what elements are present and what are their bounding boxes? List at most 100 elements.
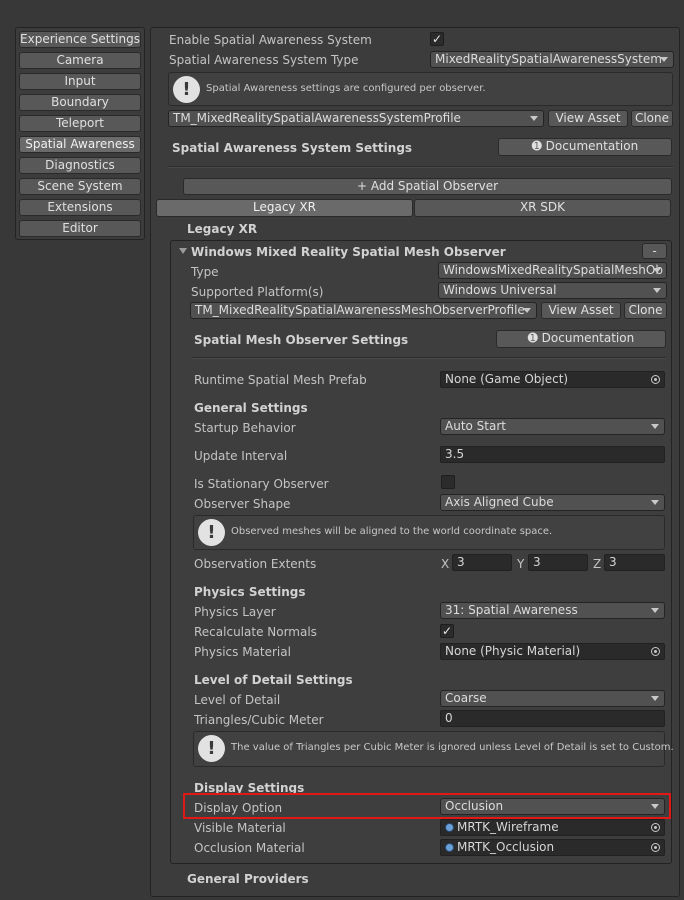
legacy-xr-title: Legacy XR — [187, 222, 258, 236]
level-of-detail-label: Level of Detail — [194, 693, 281, 707]
add-spatial-observer-button[interactable]: + Add Spatial Observer — [183, 178, 672, 195]
chevron-down-icon — [530, 116, 538, 121]
observation-extents-label: Observation Extents — [194, 557, 317, 571]
visible-material-field[interactable]: MRTK_Wireframe — [440, 819, 665, 836]
enable-system-label: Enable Spatial Awareness System — [169, 33, 372, 47]
extent-z-label: Z — [593, 557, 602, 571]
object-picker-icon[interactable] — [651, 375, 660, 384]
occlusion-material-label: Occlusion Material — [194, 841, 305, 855]
tab-legacy-xr[interactable]: Legacy XR — [156, 199, 413, 217]
system-help-box: ! Spatial Awareness settings are configu… — [168, 72, 673, 106]
stationary-observer-label: Is Stationary Observer — [194, 477, 329, 491]
chevron-down-icon — [660, 57, 668, 62]
stationary-observer-checkbox[interactable] — [441, 475, 455, 489]
physics-layer-dropdown[interactable]: 31: Spatial Awareness — [440, 602, 665, 619]
extent-x-input[interactable]: 3 — [452, 554, 512, 571]
sidebar-item-input[interactable]: Input — [19, 73, 141, 90]
extent-y-label: Y — [517, 557, 525, 571]
observer-documentation-label: Documentation — [541, 331, 635, 345]
triangles-input[interactable]: 0 — [440, 710, 665, 727]
update-interval-input[interactable]: 3.5 — [440, 446, 665, 463]
startup-behavior-dropdown[interactable]: Auto Start — [440, 418, 665, 435]
foldout-arrow-icon[interactable] — [179, 248, 187, 254]
observer-shape-dropdown[interactable]: Axis Aligned Cube — [440, 494, 665, 511]
sidebar-item-diagnostics[interactable]: Diagnostics — [19, 157, 141, 174]
divider — [168, 166, 673, 168]
system-profile-dropdown[interactable]: TM_MixedRealitySpatialAwarenessSystemPro… — [168, 110, 544, 127]
physics-layer-value: 31: Spatial Awareness — [445, 603, 578, 617]
material-icon — [445, 843, 454, 852]
physics-material-label: Physics Material — [194, 645, 291, 659]
observer-view-asset-button[interactable]: View Asset — [541, 302, 621, 319]
general-settings-title: General Settings — [194, 401, 308, 415]
chevron-down-icon — [651, 424, 659, 429]
extent-x-label: X — [441, 557, 450, 571]
system-help-text: Spatial Awareness settings are configure… — [206, 83, 486, 94]
observer-clone-button[interactable]: Clone — [624, 302, 667, 319]
observer-title[interactable]: Windows Mixed Reality Spatial Mesh Obser… — [191, 244, 506, 260]
object-picker-icon[interactable] — [651, 647, 660, 656]
lod-settings-title: Level of Detail Settings — [194, 673, 353, 687]
sidebar-item-spatial-awareness[interactable]: Spatial Awareness — [19, 136, 141, 153]
system-clone-button[interactable]: Clone — [631, 110, 673, 127]
system-type-dropdown[interactable]: MixedRealitySpatialAwarenessSystem — [430, 51, 674, 68]
extent-y-input[interactable]: 3 — [528, 554, 588, 571]
chevron-down-icon — [651, 608, 659, 613]
sidebar-item-teleport[interactable]: Teleport — [19, 115, 141, 132]
system-settings-title: Spatial Awareness System Settings — [172, 141, 413, 155]
observer-profile-value: TM_MixedRealitySpatialAwarenessMeshObser… — [195, 303, 525, 317]
platform-dropdown[interactable]: Windows Universal — [438, 282, 667, 299]
material-icon — [445, 823, 454, 832]
chevron-down-icon — [523, 308, 531, 313]
tab-xr-sdk[interactable]: XR SDK — [414, 199, 671, 217]
physics-material-field[interactable]: None (Physic Material) — [440, 643, 665, 660]
chevron-down-icon — [651, 696, 659, 701]
sidebar-item-camera[interactable]: Camera — [19, 52, 141, 69]
recalculate-normals-label: Recalculate Normals — [194, 625, 317, 639]
chevron-down-icon — [653, 268, 661, 273]
warning-icon: ! — [198, 735, 225, 762]
platform-value: Windows Universal — [443, 283, 557, 297]
level-of-detail-dropdown[interactable]: Coarse — [440, 690, 665, 707]
mesh-observer-settings-title: Spatial Mesh Observer Settings — [194, 333, 409, 347]
lod-help-box: ! The value of Triangles per Cubic Meter… — [193, 731, 674, 767]
sidebar-item-scene-system[interactable]: Scene System — [19, 178, 141, 195]
system-view-asset-button[interactable]: View Asset — [548, 110, 628, 127]
sidebar-item-experience-settings[interactable]: Experience Settings — [19, 31, 141, 48]
observer-type-value: WindowsMixedRealitySpatialMeshOb — [443, 263, 663, 277]
platform-label: Supported Platform(s) — [191, 285, 324, 299]
warning-icon: ! — [198, 519, 225, 546]
chevron-down-icon — [651, 500, 659, 505]
observer-shape-value: Axis Aligned Cube — [445, 495, 554, 509]
sidebar-item-extensions[interactable]: Extensions — [19, 199, 141, 216]
system-documentation-button[interactable]: ➊ Documentation — [498, 138, 672, 156]
sidebar-item-boundary[interactable]: Boundary — [19, 94, 141, 111]
sidebar-item-editor[interactable]: Editor — [19, 220, 141, 237]
observer-profile-dropdown[interactable]: TM_MixedRealitySpatialAwarenessMeshObser… — [190, 302, 537, 319]
help-circle-icon: ➊ — [531, 139, 546, 153]
object-picker-icon[interactable] — [651, 843, 660, 852]
observer-type-dropdown[interactable]: WindowsMixedRealitySpatialMeshOb — [438, 262, 667, 279]
general-providers-title: General Providers — [187, 872, 309, 886]
warning-icon: ! — [173, 76, 200, 103]
observer-shape-label: Observer Shape — [194, 497, 291, 511]
update-interval-label: Update Interval — [194, 449, 288, 463]
extent-z-input[interactable]: 3 — [604, 554, 665, 571]
prefab-value: None (Game Object) — [445, 372, 569, 386]
object-picker-icon[interactable] — [651, 823, 660, 832]
lod-help-text: The value of Triangles per Cubic Meter i… — [231, 742, 674, 753]
remove-observer-button[interactable]: - — [642, 243, 667, 259]
physics-settings-title: Physics Settings — [194, 585, 306, 599]
level-of-detail-value: Coarse — [445, 691, 487, 705]
recalculate-normals-checkbox[interactable]: ✓ — [440, 624, 454, 638]
triangles-label: Triangles/Cubic Meter — [194, 713, 324, 727]
shape-help-box: ! Observed meshes will be aligned to the… — [193, 515, 665, 550]
prefab-field[interactable]: None (Game Object) — [440, 371, 665, 388]
divider — [192, 357, 666, 359]
occlusion-material-field[interactable]: MRTK_Occlusion — [440, 839, 665, 856]
system-documentation-label: Documentation — [545, 139, 639, 153]
observer-documentation-button[interactable]: ➊ Documentation — [496, 330, 666, 348]
enable-system-checkbox[interactable]: ✓ — [430, 32, 444, 46]
system-profile-value: TM_MixedRealitySpatialAwarenessSystemPro… — [173, 111, 461, 125]
occlusion-material-value: MRTK_Occlusion — [457, 840, 555, 854]
